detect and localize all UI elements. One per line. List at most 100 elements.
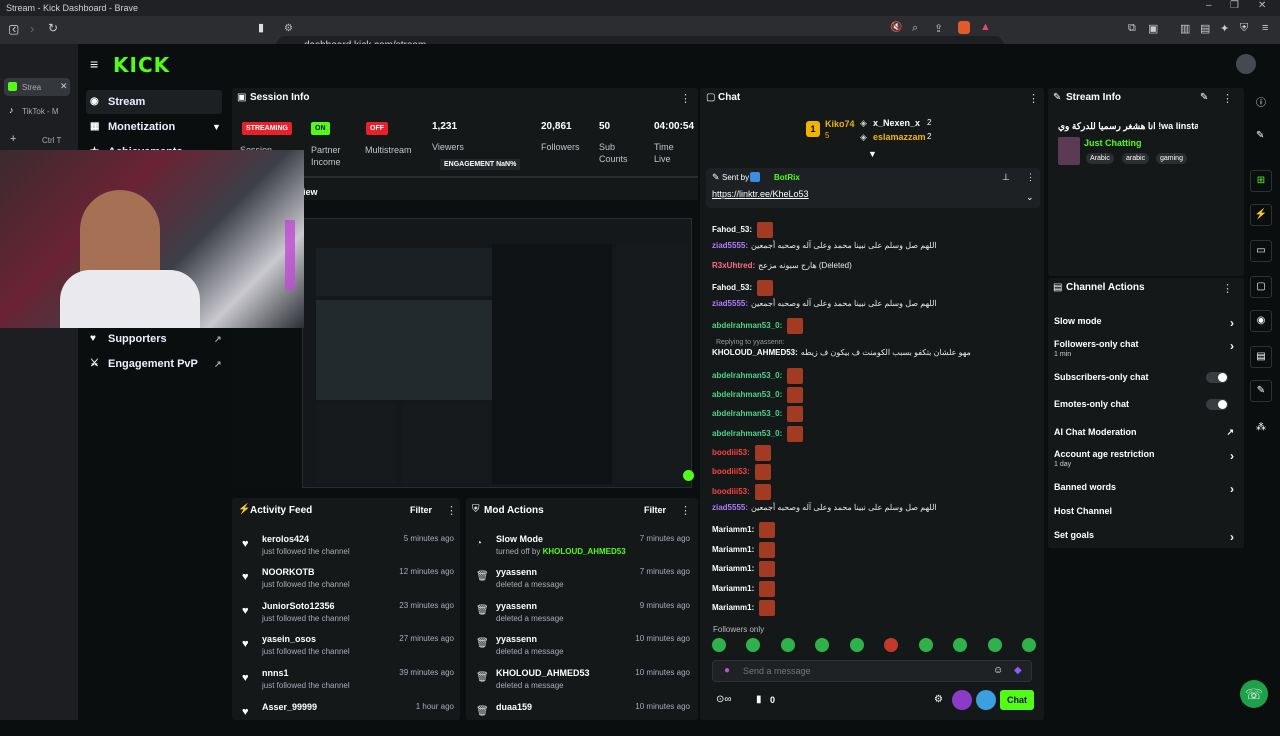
follower-name[interactable]: yasein_osos [262,634,316,644]
emote-icon[interactable] [1021,638,1036,652]
emote-icon[interactable] [712,638,726,652]
emote-icon[interactable] [884,638,899,652]
channel-action-row[interactable]: Account age restriction 1 day › [1054,449,1234,468]
close-window-icon[interactable]: ✕ [1258,0,1266,11]
chat-username[interactable]: KHOLOUD_AHMED53: [712,348,798,357]
site-info-icon[interactable]: ⚙ [284,23,293,34]
broadcast-icon[interactable]: ◉ [1250,310,1272,332]
info-icon[interactable]: ⓘ [1256,94,1266,109]
leo-ai-icon[interactable]: ✦ [1220,22,1229,35]
rewards-icon[interactable]: ▲ [980,21,991,33]
follower-name[interactable]: nnns1 [262,668,289,678]
share-icon[interactable]: ⇪ [934,22,943,35]
follower-name[interactable]: JuniorSoto12356 [262,601,335,611]
chat-username[interactable]: Mariamm1: [712,603,754,612]
toggle-switch[interactable] [1206,372,1228,383]
sidebar-item-engagement-pvp[interactable]: ⚔ Engagement PvP ↗ [86,352,222,376]
mod-action-name[interactable]: yyassenn [496,567,537,577]
emoji-icon[interactable]: ☺ [993,665,1003,676]
pinned-user[interactable]: BotRix [774,173,800,182]
chat-username[interactable]: boodiii53: [712,448,750,457]
pinned-link[interactable]: https://linktr.ee/KheLo53 [712,189,809,199]
extensions-icon[interactable]: ⧉ [1128,22,1136,35]
settings-gear-icon[interactable]: ⚙ [934,694,943,705]
leader-name[interactable]: x_Nexen_x [873,118,920,128]
sidebar-item-monetization[interactable]: ▦ Monetization ▼ [86,115,222,139]
channel-action-row[interactable]: Emotes-only chat [1054,399,1234,410]
channel-action-row[interactable]: Followers-only chat 1 min › [1054,339,1234,358]
follower-name[interactable]: kerolos424 [262,534,309,544]
more-options-icon[interactable]: ⋮ [1026,172,1035,183]
chat-username[interactable]: ziad5555: [712,299,748,308]
sidebar-item-stream[interactable]: ◉ Stream [86,90,222,114]
chat-username[interactable]: abdelrahman53_0: [712,390,782,399]
leaderboard-expand-icon[interactable]: ▼ [868,149,877,159]
mic-icon[interactable]: ● [724,665,730,676]
gif-icon[interactable] [976,690,996,710]
channel-action-row[interactable]: Host Channel [1054,506,1234,516]
tag[interactable]: arabic [1122,153,1150,164]
bookmark-icon[interactable]: ▮ [258,21,264,34]
maximize-icon[interactable]: ❐ [1230,0,1239,11]
sidebar-item-supporters[interactable]: ♥ Supporters ↗ [86,327,222,351]
more-options-icon[interactable]: ⋮ [1222,92,1233,105]
chat-username[interactable]: Fahod_53: [712,283,752,292]
channel-action-row[interactable]: Banned words › [1054,482,1234,496]
nodes-icon[interactable]: ⁂ [1256,422,1266,433]
tag[interactable]: gaming [1156,153,1187,164]
edit-icon[interactable]: ✎ [1200,92,1208,103]
chevron-down-icon[interactable]: ⌄ [1026,192,1034,203]
chat-username[interactable]: ziad5555: [712,241,748,250]
unpin-icon[interactable]: ⊥ [1002,172,1010,183]
tools-icon[interactable]: ✎ [1250,380,1272,402]
new-tab-row[interactable]: + Ctrl T [4,131,70,149]
emote-icon[interactable] [918,638,933,652]
toggle-switch[interactable] [1206,399,1228,410]
kick-emote-icon[interactable]: ◆ [1014,665,1022,676]
channel-action-row[interactable]: Set goals › [1054,530,1234,544]
activity-filter-button[interactable]: Filter [410,505,432,515]
tag[interactable]: Arabic [1086,153,1114,164]
sidebar-icon[interactable]: ▥ [1180,22,1190,35]
mute-icon[interactable]: 🔇 [890,22,902,33]
chat-username[interactable]: Mariamm1: [712,564,754,573]
tab-search-icon[interactable]: ▣ [1148,22,1158,35]
close-tab-icon[interactable]: ✕ [60,81,68,92]
zoom-icon[interactable]: ⌕ [912,22,918,35]
minimize-icon[interactable]: – [1206,0,1212,11]
panels-icon[interactable]: ▤ [1250,346,1272,368]
more-options-icon[interactable]: ⋮ [680,504,691,517]
lightning-icon[interactable]: ⚡ [1250,204,1272,226]
chat-username[interactable]: R3xUhtred: [712,261,755,270]
7tv-icon[interactable] [952,690,972,710]
chat-username[interactable]: Mariamm1: [712,584,754,593]
mod-action-name[interactable]: yyassenn [496,634,537,644]
moderator-name[interactable]: KHOLOUD_AHMED53 [543,547,626,556]
channel-action-row[interactable]: Slow mode › [1054,316,1234,330]
more-options-icon[interactable]: ⋮ [1222,282,1233,295]
chat-rail-icon[interactable]: ▢ [1250,276,1272,298]
follower-name[interactable]: NOORKOTB [262,567,315,577]
chat-input[interactable] [712,660,1032,682]
mod-filter-button[interactable]: Filter [644,505,666,515]
inventory-icon[interactable]: ▮ [756,694,762,705]
chat-username[interactable]: boodiii53: [712,467,750,476]
layout-icon[interactable]: ⊞ [1250,170,1272,192]
new-tab-icon[interactable]: + [10,133,16,145]
chat-username[interactable]: abdelrahman53_0: [712,321,782,330]
emote-icon[interactable] [953,638,968,652]
more-options-icon[interactable]: ⋮ [680,92,691,105]
forward-icon[interactable]: › [30,21,34,36]
chat-username[interactable]: abdelrahman53_0: [712,371,782,380]
emote-icon[interactable] [815,638,830,652]
chat-username[interactable]: Fahod_53: [712,225,752,234]
channel-action-row[interactable]: AI Chat Moderation ↗ [1054,427,1234,437]
channel-action-row[interactable]: Subscribers-only chat [1054,372,1234,383]
stream-category[interactable]: Just Chatting [1084,138,1142,148]
chat-username[interactable]: abdelrahman53_0: [712,429,782,438]
hamburger-menu-icon[interactable]: ≡ [90,56,98,72]
support-chat-icon[interactable]: ☏ [1240,680,1268,708]
send-chat-button[interactable]: Chat [1000,690,1034,710]
brave-shields-icon[interactable] [958,21,970,34]
chat-username[interactable]: boodiii53: [712,487,750,496]
